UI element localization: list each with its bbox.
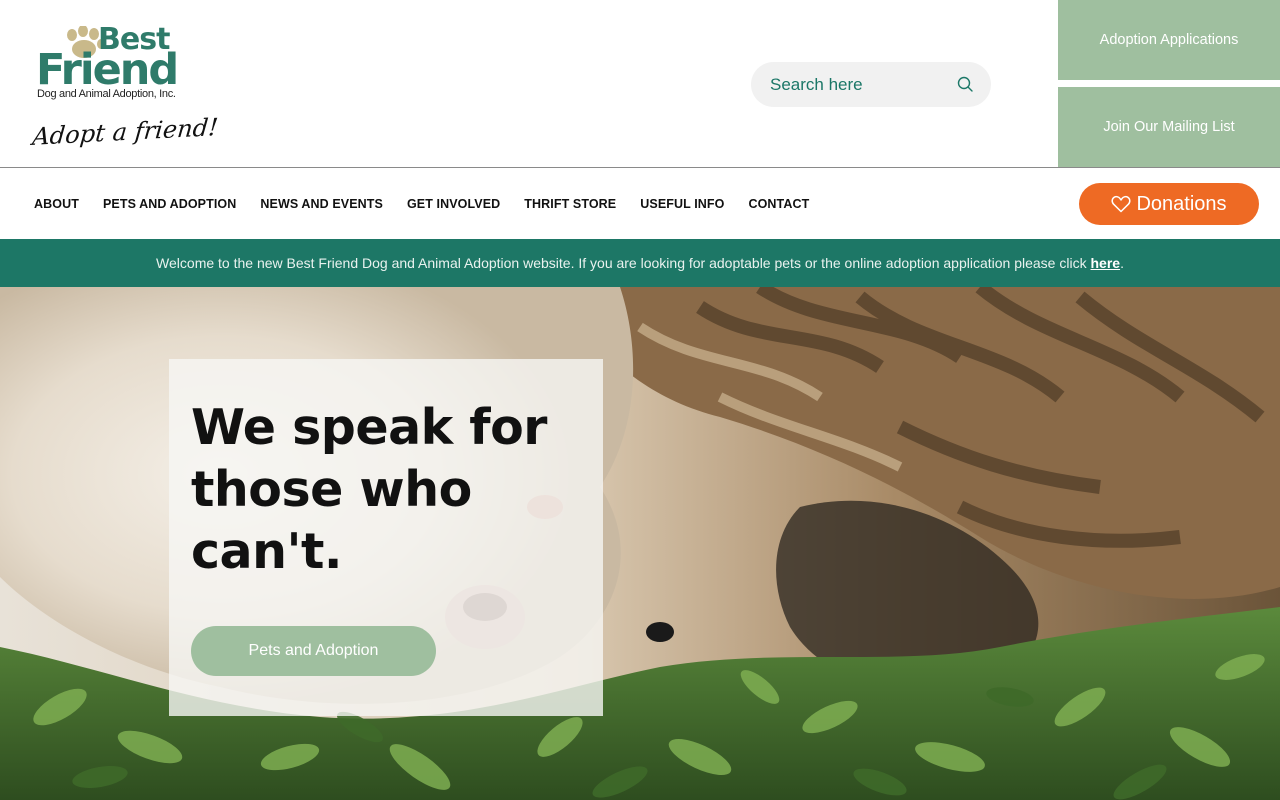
site-logo[interactable]: Best Friend Dog and Animal Adoption, Inc… — [31, 22, 219, 158]
nav-item-useful-info[interactable]: USEFUL INFO — [628, 197, 736, 211]
mailing-list-button[interactable]: Join Our Mailing List — [1058, 87, 1280, 167]
donations-button[interactable]: Donations — [1079, 183, 1259, 225]
welcome-banner: Welcome to the new Best Friend Dog and A… — [0, 239, 1280, 287]
nav-item-thrift-store[interactable]: THRIFT STORE — [512, 197, 628, 211]
nav-list: ABOUT PETS AND ADOPTION NEWS AND EVENTS … — [22, 168, 821, 239]
hero-title: We speak for those who can't. — [191, 399, 547, 580]
banner-text: Welcome to the new Best Friend Dog and A… — [156, 255, 1124, 271]
nav-item-contact[interactable]: CONTACT — [736, 197, 821, 211]
main-nav: ABOUT PETS AND ADOPTION NEWS AND EVENTS … — [0, 168, 1280, 239]
pets-and-adoption-button[interactable]: Pets and Adoption — [191, 626, 436, 676]
banner-suffix: . — [1120, 255, 1124, 271]
nav-item-about[interactable]: ABOUT — [22, 197, 91, 211]
hero-section: We speak for those who can't. Pets and A… — [0, 287, 1280, 800]
logo-script: Adopt a friend! — [31, 113, 220, 151]
search-bar[interactable] — [751, 62, 991, 107]
hero-card: We speak for those who can't. Pets and A… — [169, 359, 603, 716]
search-icon[interactable] — [956, 75, 974, 93]
heart-icon — [1111, 195, 1131, 213]
logo-tagline: Dog and Animal Adoption, Inc. — [37, 88, 176, 100]
search-input[interactable] — [770, 62, 950, 107]
logo-friend-text: Friend — [36, 45, 179, 95]
nav-item-news-and-events[interactable]: NEWS AND EVENTS — [248, 197, 395, 211]
nav-item-pets-and-adoption[interactable]: PETS AND ADOPTION — [91, 197, 248, 211]
site-header: Best Friend Dog and Animal Adoption, Inc… — [0, 0, 1280, 167]
adoption-applications-button[interactable]: Adoption Applications — [1058, 0, 1280, 80]
nav-item-get-involved[interactable]: GET INVOLVED — [395, 197, 512, 211]
banner-message: Welcome to the new Best Friend Dog and A… — [156, 255, 1091, 271]
banner-here-link[interactable]: here — [1090, 255, 1120, 271]
donations-label: Donations — [1136, 192, 1227, 215]
